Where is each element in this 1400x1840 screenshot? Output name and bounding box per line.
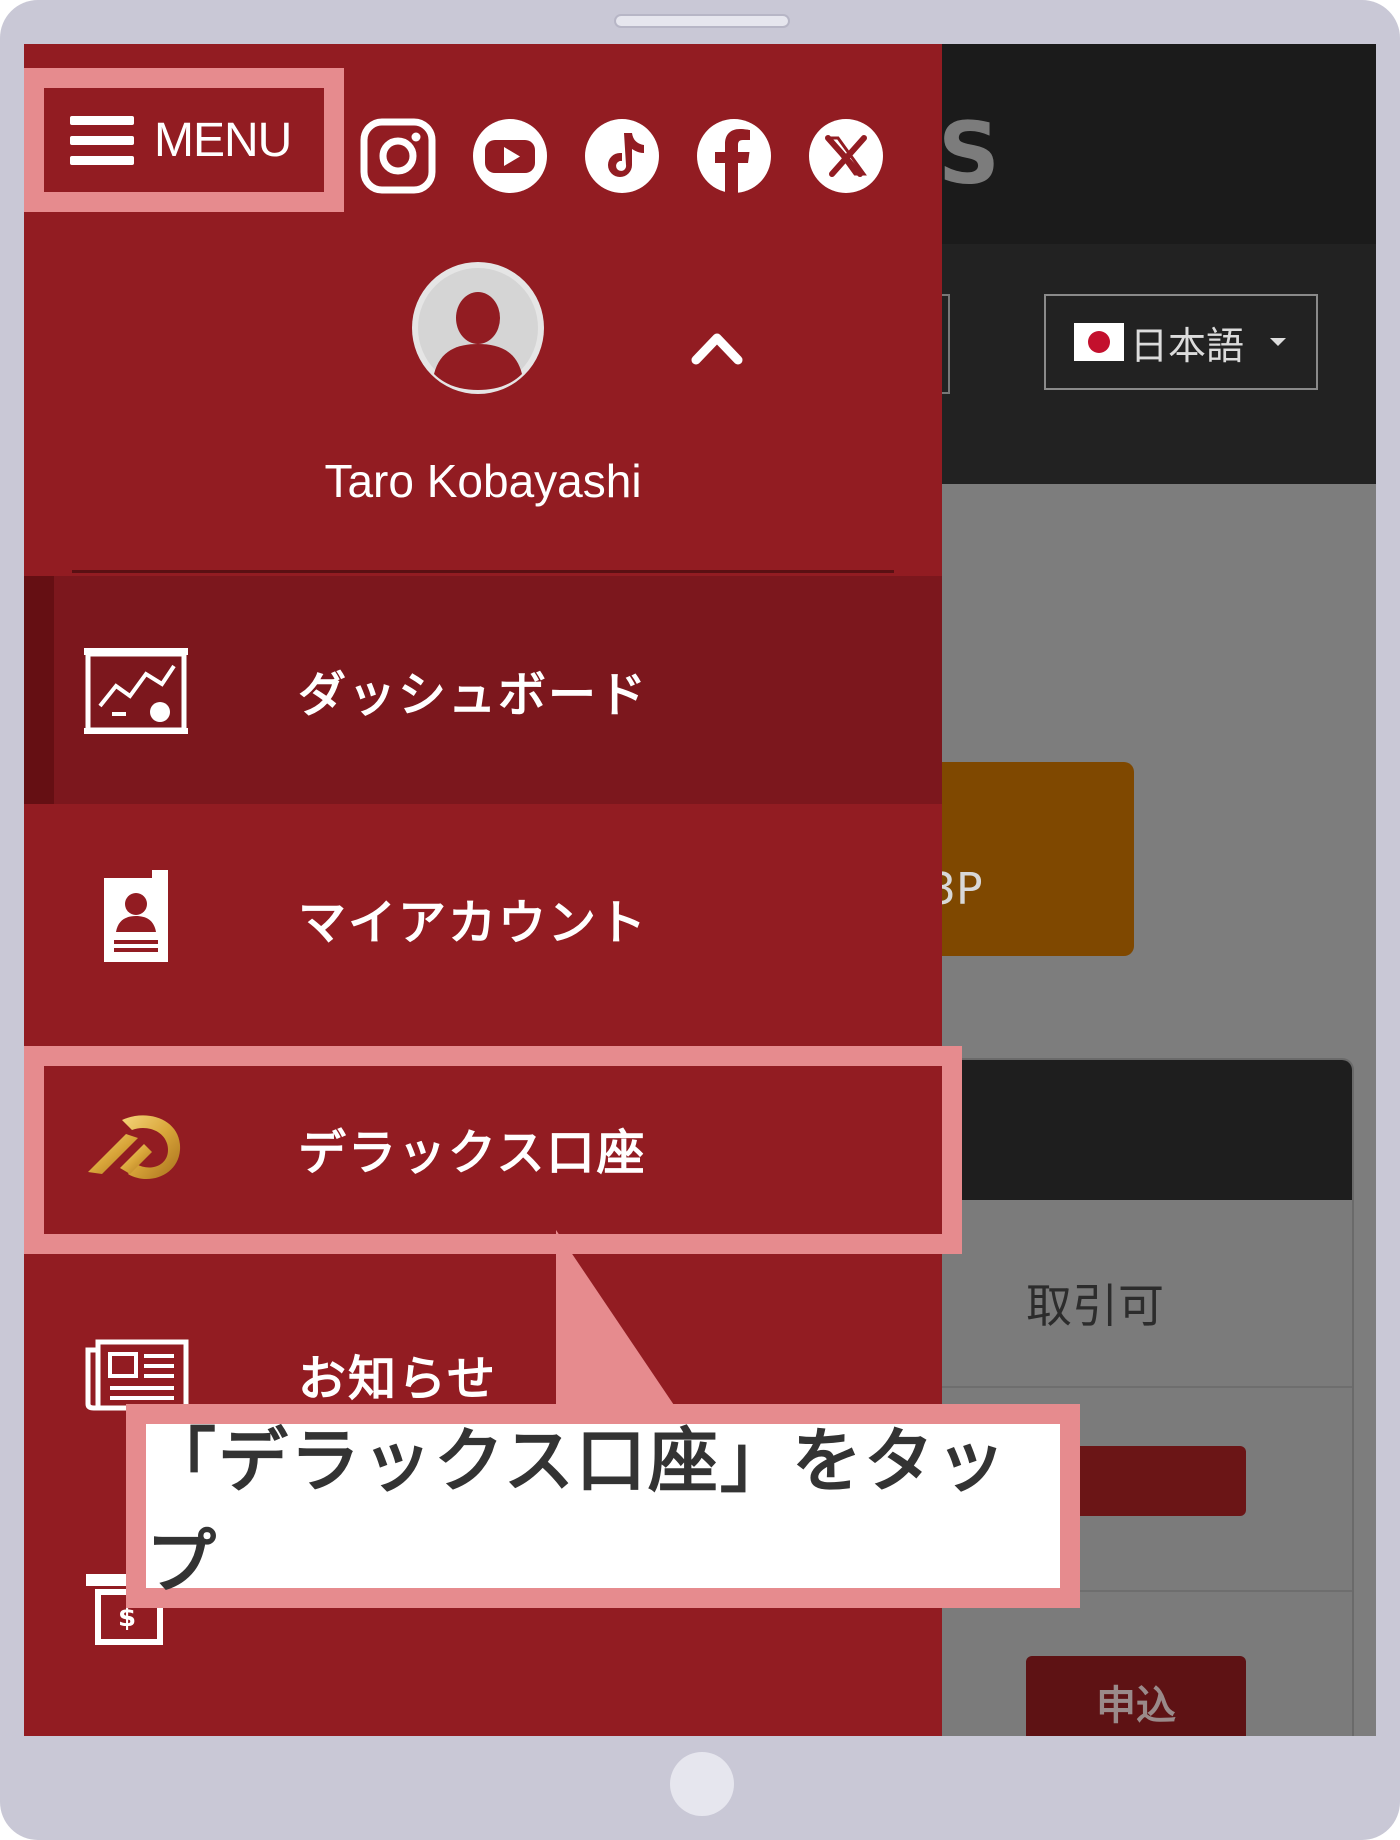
menu-button-highlight[interactable]: MENU xyxy=(24,68,344,212)
nav-item-my-account[interactable]: マイアカウント xyxy=(24,804,942,1032)
social-links xyxy=(360,118,884,194)
tiktok-icon[interactable] xyxy=(584,118,660,194)
x-icon[interactable] xyxy=(808,118,884,194)
hamburger-icon xyxy=(70,115,134,165)
apply-button[interactable]: 申込 xyxy=(1026,1656,1246,1736)
nav-label-my-account: マイアカウント xyxy=(298,895,649,951)
menu-label: MENU xyxy=(154,113,292,167)
instagram-icon[interactable] xyxy=(360,118,436,194)
chevron-up-icon[interactable] xyxy=(690,326,744,366)
language-label: 日本語 xyxy=(1130,323,1245,368)
japan-flag-icon xyxy=(1074,323,1124,361)
id-card-icon xyxy=(104,870,168,962)
caret-down-icon xyxy=(1270,338,1287,346)
avatar[interactable] xyxy=(412,262,544,394)
site-logo-fragment: S xyxy=(938,104,1000,204)
instruction-text: 「デラックス口座」をタップ xyxy=(146,1420,1008,1603)
tablet-frame: S 日本語 3P 取引可 申込 MENU Taro Kobayashi ダッシュ… xyxy=(0,0,1400,1840)
account-table-card: 取引可 申込 xyxy=(924,1058,1354,1736)
trade-status: 取引可 xyxy=(1026,1279,1164,1333)
nav-label-news: お知らせ xyxy=(298,1351,498,1407)
facebook-icon[interactable] xyxy=(696,118,772,194)
deluxe-account-highlight-frame xyxy=(24,1046,962,1254)
device-speaker xyxy=(614,14,790,28)
menu-button[interactable]: MENU xyxy=(44,88,324,192)
nav-label-dashboard: ダッシュボード xyxy=(298,667,649,723)
balance-card xyxy=(924,762,1134,956)
youtube-icon[interactable] xyxy=(472,118,548,194)
language-select[interactable]: 日本語 xyxy=(1044,294,1318,390)
instruction-callout: 「デラックス口座」をタップ xyxy=(126,1404,1080,1608)
nav-item-dashboard[interactable]: ダッシュボード xyxy=(24,576,942,804)
user-name: Taro Kobayashi xyxy=(324,455,642,507)
account-table-header xyxy=(926,1060,1352,1200)
profile-divider xyxy=(72,570,894,573)
dashboard-chart-icon xyxy=(84,648,188,734)
instruction-callout-body: 「デラックス口座」をタップ xyxy=(146,1420,1060,1603)
home-button[interactable] xyxy=(670,1752,734,1816)
user-silhouette-icon xyxy=(418,268,538,390)
callout-pointer xyxy=(556,1230,680,1414)
